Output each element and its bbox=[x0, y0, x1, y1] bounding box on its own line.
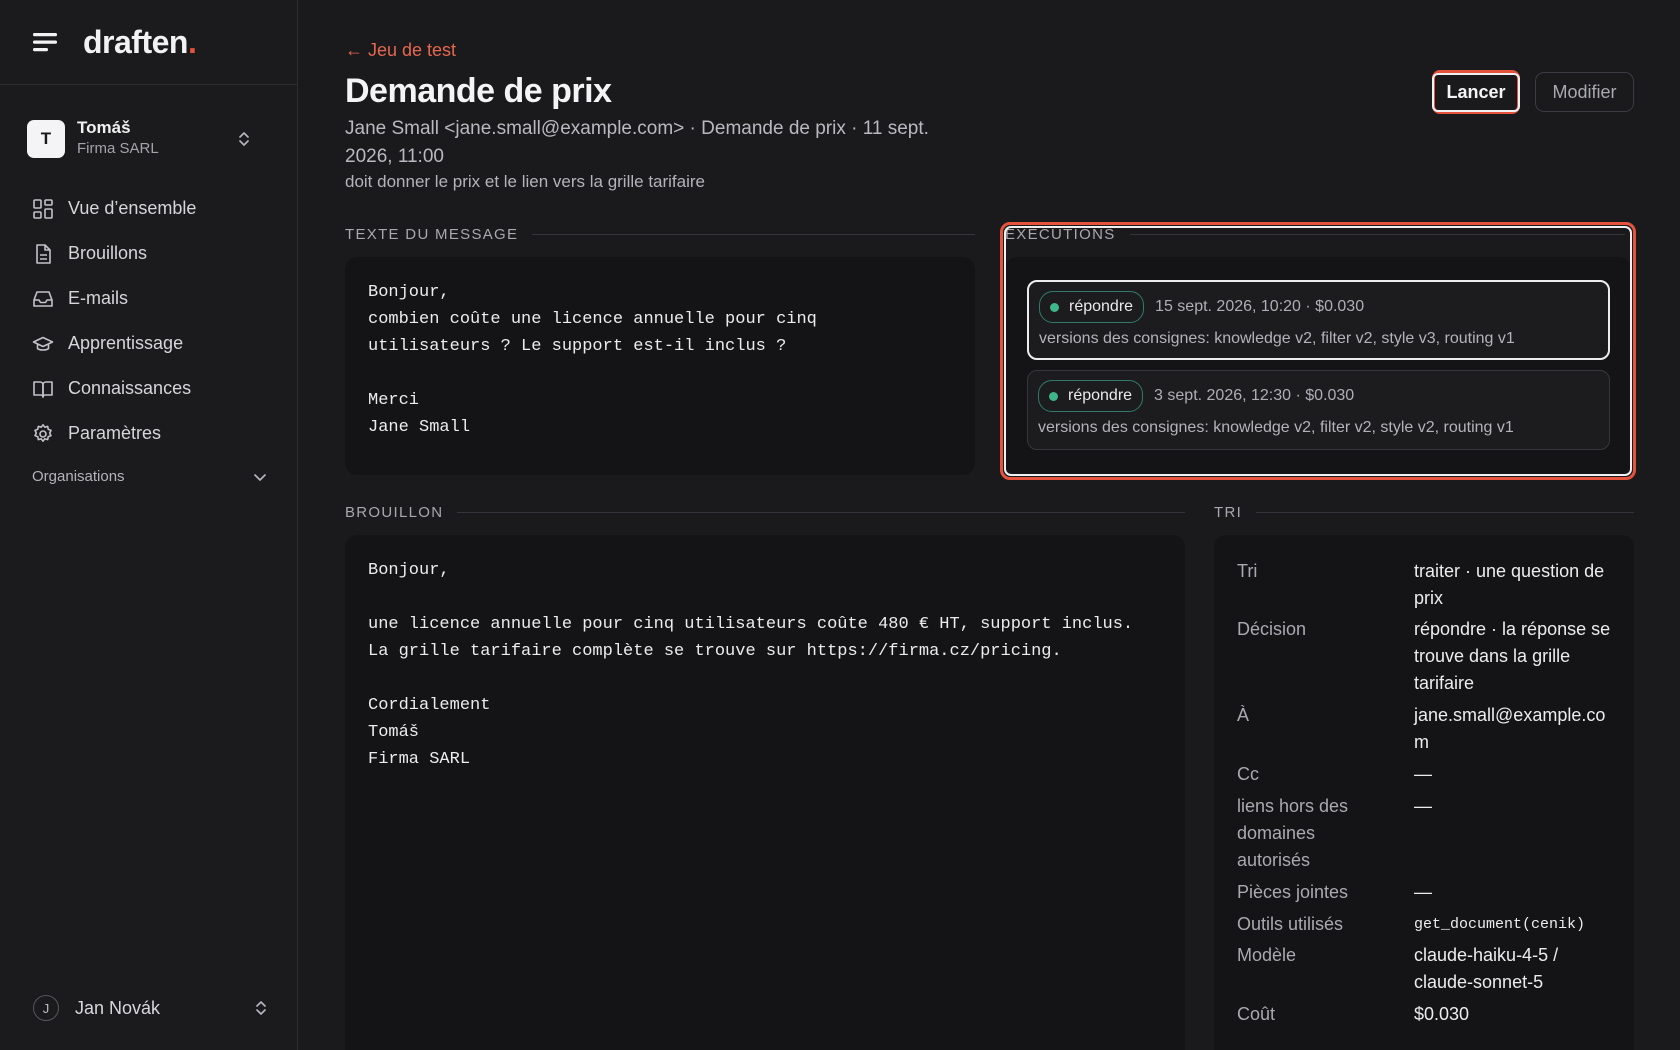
triage-key: À bbox=[1237, 705, 1250, 725]
draft-body: Bonjour, une licence annuelle pour cinq … bbox=[368, 561, 1134, 769]
sidebar-item-knowledge[interactable]: Connaissances bbox=[32, 366, 196, 411]
triage-value: get_document(cenik) bbox=[1414, 916, 1586, 933]
sidebar-item-label: Connaissances bbox=[68, 378, 192, 398]
test-expectation: doit donner le prix et le lien vers la g… bbox=[345, 172, 706, 191]
sidebar-item-label: Vue d’ensemble bbox=[68, 198, 197, 218]
run-timestamp: 3 sept. 2026, 12:30 · $0.030 bbox=[1154, 387, 1355, 404]
triage-key: Pièces jointes bbox=[1237, 882, 1349, 902]
sidebar-item-label: Apprentissage bbox=[68, 333, 184, 353]
triage-key: Modèle bbox=[1237, 945, 1297, 965]
triage-value: $0.030 bbox=[1414, 1004, 1470, 1024]
app-logo[interactable]: draften. bbox=[83, 24, 197, 61]
sidebar-item-settings[interactable]: Paramètres bbox=[32, 411, 196, 456]
triage-key: Outils utilisés bbox=[1237, 914, 1344, 934]
sidebar: draften. T Tomáš Firma SARL Vue d’ensemb… bbox=[0, 0, 298, 1050]
decision-badge: répondre bbox=[1039, 291, 1145, 323]
triage-value: traiter · une question de prix bbox=[1414, 561, 1605, 608]
sidebar-item-overview[interactable]: Vue d’ensemble bbox=[32, 186, 196, 231]
organisations-label: Organisations bbox=[32, 468, 125, 485]
triage-value: claude-haiku-4-5 / claude-sonnet-5 bbox=[1414, 945, 1559, 992]
edit-button[interactable]: Modifier bbox=[1535, 72, 1634, 112]
message-section-heading: TEXTE DU MESSAGE bbox=[345, 226, 975, 243]
book-icon bbox=[33, 380, 53, 398]
run-versions: versions des consignes: knowledge v2, fi… bbox=[1038, 419, 1514, 436]
sidebar-item-label: Brouillons bbox=[68, 243, 148, 263]
triage-section-heading: TRI bbox=[1214, 504, 1634, 521]
draft-panel: Bonjour, une licence annuelle pour cinq … bbox=[345, 535, 1185, 1050]
org-name: Tomáš bbox=[77, 118, 131, 137]
decision-badge: répondre bbox=[1038, 380, 1144, 412]
triage-key: Décision bbox=[1237, 619, 1307, 639]
sidebar-item-learning[interactable]: Apprentissage bbox=[32, 321, 196, 366]
status-dot-icon bbox=[1049, 391, 1058, 401]
brand-bar: draften. bbox=[0, 0, 297, 85]
sidebar-item-drafts[interactable]: Brouillons bbox=[32, 231, 196, 276]
triage-value: — bbox=[1414, 796, 1432, 816]
back-link[interactable]: ← Jeu de test bbox=[345, 40, 456, 61]
document-icon bbox=[36, 243, 51, 264]
execution-run[interactable]: répondre 3 sept. 2026, 12:30 · $0.030 ve… bbox=[1027, 370, 1610, 450]
chevron-updown-icon bbox=[256, 1001, 266, 1015]
triage-value: jane.small@example.com bbox=[1414, 705, 1606, 752]
org-avatar: T bbox=[27, 120, 65, 158]
graduation-cap-icon bbox=[32, 336, 54, 351]
user-name: Jan Novák bbox=[75, 997, 161, 1018]
user-switcher[interactable]: J Jan Novák bbox=[33, 995, 268, 1021]
run-versions: versions des consignes: knowledge v2, fi… bbox=[1039, 330, 1515, 347]
status-dot-icon bbox=[1050, 302, 1059, 312]
chevron-updown-icon bbox=[239, 132, 249, 146]
run-button[interactable]: Lancer bbox=[1432, 70, 1520, 114]
triage-key: Cc bbox=[1237, 764, 1259, 784]
page-title: Demande de prix bbox=[345, 72, 612, 110]
draft-section-heading: BROUILLON bbox=[345, 504, 1185, 521]
organisations-toggle[interactable]: Organisations bbox=[32, 468, 267, 485]
run-timestamp: 15 sept. 2026, 10:20 · $0.030 bbox=[1155, 298, 1365, 315]
avatar: J bbox=[33, 995, 59, 1021]
chevron-down-icon bbox=[254, 473, 266, 481]
triage-value: répondre · la réponse se trouve dans la … bbox=[1414, 619, 1611, 693]
org-switcher[interactable]: T Tomáš Firma SARL bbox=[27, 117, 273, 161]
triage-value: — bbox=[1414, 882, 1432, 902]
sidebar-item-label: E-mails bbox=[68, 288, 129, 308]
gear-icon bbox=[34, 423, 52, 442]
triage-key: Tri bbox=[1237, 561, 1258, 581]
sidebar-item-emails[interactable]: E-mails bbox=[32, 276, 196, 321]
grid-icon bbox=[33, 198, 53, 219]
triage-key: liens hors des domaines autorisés bbox=[1237, 796, 1349, 870]
org-company: Firma SARL bbox=[77, 140, 159, 157]
message-meta: Jane Small <jane.small@example.com> · De… bbox=[345, 118, 929, 167]
message-panel: Bonjour, combien coûte une licence annue… bbox=[345, 257, 975, 475]
triage-value: — bbox=[1414, 764, 1432, 784]
sidebar-item-label: Paramètres bbox=[68, 423, 162, 443]
menu-icon[interactable] bbox=[33, 31, 59, 53]
triage-key: Coût bbox=[1237, 1004, 1276, 1024]
execution-run[interactable]: répondre 15 sept. 2026, 10:20 · $0.030 v… bbox=[1027, 280, 1610, 360]
inbox-icon bbox=[33, 290, 53, 307]
message-body: Bonjour, combien coûte une licence annue… bbox=[368, 283, 817, 437]
sidebar-nav: Vue d’ensemble Brouillons E-mails Appren… bbox=[32, 186, 196, 456]
